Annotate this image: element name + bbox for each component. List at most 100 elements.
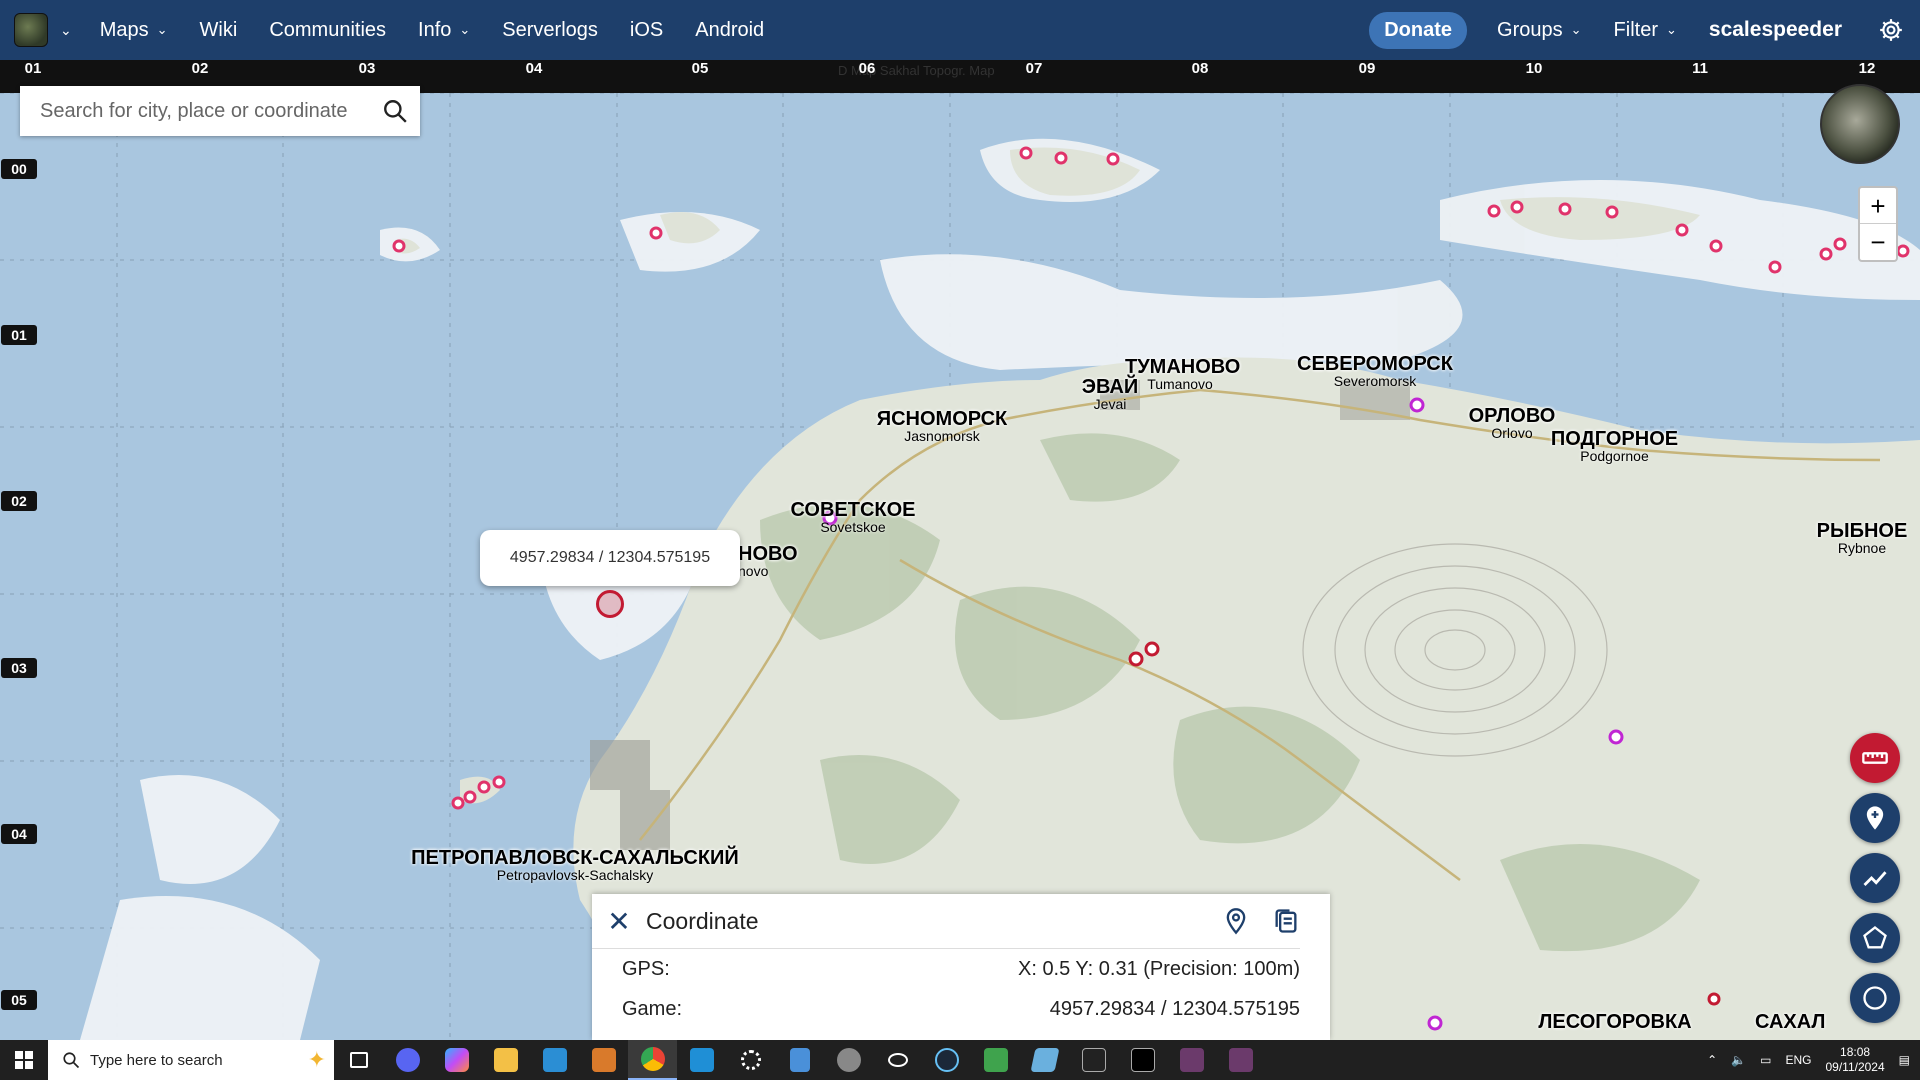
terminal-icon — [1130, 1048, 1155, 1072]
draw-line-button[interactable] — [1850, 853, 1900, 903]
taskbar-app[interactable] — [628, 1040, 677, 1080]
grid-col-label: 05 — [691, 60, 709, 77]
taskbar-app[interactable] — [922, 1040, 971, 1080]
dayz-icon — [1081, 1048, 1106, 1072]
place-label-rybnoe[interactable]: РЫБНОЕ Rybnoe — [1810, 520, 1914, 556]
nav-ios-label: iOS — [629, 18, 664, 41]
location-marker[interactable] — [596, 590, 624, 618]
chevron-down-icon: ⌄ — [459, 22, 471, 37]
app-icon — [689, 1048, 714, 1072]
draw-circle-button[interactable] — [1850, 973, 1900, 1023]
zoom-out-button[interactable]: − — [1860, 224, 1896, 260]
user-menu[interactable]: scalespeeder — [1709, 18, 1842, 42]
search-icon — [63, 1052, 80, 1069]
minimap-button[interactable] — [1820, 84, 1900, 164]
pentagon-icon — [1863, 926, 1887, 949]
nav-ios[interactable]: iOS — [630, 19, 663, 42]
task-view-button[interactable] — [334, 1040, 383, 1080]
add-marker-button[interactable] — [1850, 793, 1900, 843]
taskbar-app[interactable] — [432, 1040, 481, 1080]
system-tray: ⌃ 🔈 ▭ ENG 18:08 09/11/2024 ▤ — [1707, 1045, 1920, 1075]
grid-col-label: 08 — [1191, 60, 1209, 77]
taskbar-app[interactable] — [1020, 1040, 1069, 1080]
polyline-icon — [1863, 871, 1887, 886]
display-icon[interactable]: ▭ — [1760, 1053, 1771, 1067]
taskbar-app[interactable] — [677, 1040, 726, 1080]
place-label-petropavlovsk[interactable]: ПЕТРОПАВЛОВСК-САХАЛЬСКИЙ Petropavlovsk-S… — [390, 847, 760, 883]
place-label-jasnomorsk[interactable]: ЯСНОМОРСК Jasnomorsk — [862, 408, 1022, 444]
language-indicator[interactable]: ENG — [1785, 1053, 1811, 1067]
zoom-in-button[interactable]: + — [1860, 188, 1896, 224]
draw-polygon-button[interactable] — [1850, 913, 1900, 963]
clock[interactable]: 18:08 09/11/2024 — [1825, 1045, 1884, 1075]
taskbar-app[interactable] — [481, 1040, 530, 1080]
nav-wiki-label: Wiki — [199, 18, 238, 41]
grid-col-label: 07 — [1025, 60, 1043, 77]
taskbar-app[interactable] — [1118, 1040, 1167, 1080]
nav-info[interactable]: Info ⌄ — [418, 19, 470, 42]
nav-groups[interactable]: Groups ⌄ — [1497, 19, 1582, 42]
taskbar-search-placeholder: Type here to search — [90, 1051, 223, 1069]
start-button[interactable] — [0, 1040, 48, 1080]
place-label-novo[interactable]: НОВО novo — [738, 543, 848, 579]
grid-col-label: 06 — [858, 60, 876, 77]
app-icon — [887, 1053, 908, 1067]
chevron-down-icon[interactable]: ⌄ — [60, 22, 72, 39]
nav-android[interactable]: Android — [695, 19, 764, 42]
add-pin-icon — [1866, 806, 1884, 830]
grid-col-label: 03 — [358, 60, 376, 77]
taskbar-app[interactable] — [1216, 1040, 1265, 1080]
search-input[interactable] — [20, 99, 382, 123]
nav-communities[interactable]: Communities — [269, 19, 386, 42]
ruler-tool-button[interactable] — [1850, 733, 1900, 783]
nav-wiki[interactable]: Wiki — [200, 19, 238, 42]
taskbar-app[interactable] — [726, 1040, 775, 1080]
nav-maps-label: Maps — [99, 18, 149, 41]
app-logo[interactable] — [14, 13, 48, 47]
grid-col-label: 10 — [1525, 60, 1543, 77]
game-value: 4957.29834 / 12304.575195 — [1049, 997, 1300, 1020]
discord-icon — [395, 1048, 420, 1072]
taskbar-app[interactable] — [1167, 1040, 1216, 1080]
task-view-icon — [349, 1052, 368, 1068]
nav-right-group: Donate Groups ⌄ Filter ⌄ scalespeeder — [1369, 0, 1920, 60]
place-label-sovetskoe[interactable]: СОВЕТСКОЕ Sovetskoe — [778, 499, 928, 535]
nav-info-label: Info — [418, 18, 452, 41]
copy-clipboard-icon[interactable] — [1272, 907, 1300, 935]
top-navbar: ⌄ Maps ⌄ Wiki Communities Info ⌄ Serverl… — [0, 0, 1920, 60]
nav-serverlogs[interactable]: Serverlogs — [502, 19, 598, 42]
chevron-down-icon: ⌄ — [1570, 22, 1582, 37]
speaker-icon[interactable]: 🔈 — [1731, 1053, 1746, 1067]
taskbar-app[interactable] — [1069, 1040, 1118, 1080]
nav-filter[interactable]: Filter ⌄ — [1614, 19, 1677, 42]
taskbar-app[interactable] — [971, 1040, 1020, 1080]
ruler-icon — [1862, 752, 1888, 764]
game-row: Game: 4957.29834 / 12304.575195 — [592, 989, 1330, 1029]
gear-icon[interactable] — [1878, 17, 1904, 43]
map-pin-icon[interactable] — [1222, 907, 1250, 935]
gps-row: GPS: X: 0.5 Y: 0.31 (Precision: 100m) — [592, 949, 1330, 989]
taskbar-app[interactable] — [383, 1040, 432, 1080]
chevron-down-icon: ⌄ — [1665, 22, 1677, 37]
place-label-jevai[interactable]: ЭВАЙ Jevai — [1073, 376, 1147, 412]
taskbar-search[interactable]: Type here to search ✦ — [48, 1040, 334, 1080]
taskbar-app[interactable] — [824, 1040, 873, 1080]
taskbar-app[interactable] — [579, 1040, 628, 1080]
nav-maps[interactable]: Maps ⌄ — [100, 19, 168, 42]
taskbar-app[interactable] — [775, 1040, 824, 1080]
nav-android-label: Android — [695, 18, 765, 41]
close-icon[interactable]: ✕ — [592, 905, 646, 938]
taskbar-app[interactable] — [873, 1040, 922, 1080]
place-label-lesogorovka[interactable]: ЛЕСОГОРОВКА — [1525, 1011, 1705, 1034]
windows-logo-icon — [15, 1051, 33, 1069]
taskbar-app[interactable] — [530, 1040, 579, 1080]
place-label-podgornoe[interactable]: ПОДГОРНОЕ Podgornoe — [1537, 428, 1692, 464]
search-icon[interactable] — [382, 98, 408, 124]
nav-groups-label: Groups — [1497, 18, 1563, 41]
notification-icon[interactable]: ▤ — [1899, 1053, 1910, 1067]
place-label-sakhal[interactable]: САХАЛ — [1755, 1011, 1920, 1034]
donate-button[interactable]: Donate — [1369, 11, 1468, 49]
chevron-up-icon[interactable]: ⌃ — [1707, 1053, 1717, 1067]
game-label: Game: — [622, 997, 683, 1020]
place-label-severomorsk[interactable]: СЕВЕРОМОРСК Severomorsk — [1290, 353, 1460, 389]
